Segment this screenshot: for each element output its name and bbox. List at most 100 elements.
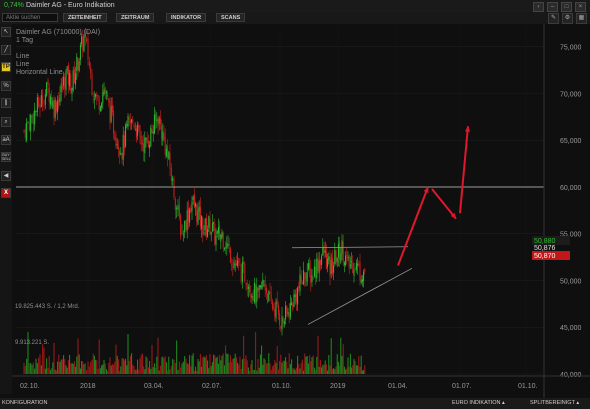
- candle-body: [303, 270, 305, 285]
- euro-indikation-button[interactable]: EURO INDIKATION ▴: [452, 398, 505, 409]
- volume-bar: [126, 365, 128, 374]
- volume-bar: [214, 355, 216, 374]
- volume-bar: [84, 363, 86, 374]
- layout-icon[interactable]: ▦: [576, 13, 587, 24]
- minimize-icon[interactable]: –: [547, 2, 558, 12]
- candle-body: [334, 250, 336, 264]
- candle-body: [343, 262, 345, 265]
- volume-bar: [59, 362, 61, 374]
- volume-bar: [88, 366, 90, 374]
- channel-tool-icon[interactable]: ∥: [1, 98, 11, 108]
- tp-tool-button[interactable]: TP: [1, 62, 11, 72]
- volume-bar: [97, 368, 99, 374]
- volume-bar: [265, 363, 267, 374]
- zoom-icon[interactable]: ⌕: [1, 117, 11, 127]
- candle-body: [357, 263, 359, 266]
- delete-drawings-button[interactable]: X: [1, 188, 11, 198]
- candle-body: [354, 268, 356, 271]
- candle-body: [187, 208, 189, 222]
- volume-bar: [109, 357, 111, 374]
- candle-body: [49, 96, 51, 105]
- candle-body: [46, 82, 48, 96]
- candle-body: [191, 201, 193, 212]
- konfiguration-button[interactable]: KONFIGURATION: [2, 398, 47, 409]
- volume-bar: [244, 358, 246, 374]
- volume-bar: [333, 368, 335, 374]
- indikator-button[interactable]: INDIKATOR: [166, 13, 207, 22]
- candle-body: [27, 122, 29, 124]
- candle-body: [247, 286, 249, 289]
- candle-body: [30, 115, 32, 132]
- volume-bar: [334, 369, 336, 374]
- volume-bar: [75, 366, 77, 374]
- candle-body: [214, 223, 216, 244]
- candle-body: [289, 303, 291, 318]
- cursor-icon[interactable]: ↖: [1, 27, 11, 37]
- line-tool-icon[interactable]: ╱: [1, 45, 11, 55]
- candle-body: [195, 203, 197, 207]
- percent-tool-button[interactable]: %: [1, 81, 11, 91]
- candle-body: [269, 291, 271, 295]
- candle-body: [184, 221, 186, 233]
- candle-body: [146, 137, 148, 143]
- candle-body: [75, 73, 77, 85]
- zeitraum-button[interactable]: ZEITRAUM: [116, 13, 155, 22]
- volume-bar: [57, 361, 59, 374]
- search-input[interactable]: Aktie suchen: [2, 13, 58, 22]
- candle-body: [229, 248, 231, 263]
- volume-bar: [251, 360, 253, 374]
- candle-body: [158, 117, 160, 124]
- volume-bar: [47, 367, 49, 374]
- scans-button[interactable]: SCANS: [216, 13, 246, 22]
- volume-bar: [364, 365, 366, 374]
- drawing-icon[interactable]: ✎: [548, 13, 559, 24]
- volume-bar: [46, 358, 48, 374]
- volume-bar: [306, 356, 308, 374]
- volume-bar: [144, 369, 146, 374]
- zeiteinheit-button[interactable]: ZEITEINHEIT: [63, 13, 107, 22]
- sound-icon[interactable]: ◀: [1, 171, 11, 181]
- volume-bar: [93, 355, 95, 374]
- candle-body: [111, 105, 113, 113]
- maximize-icon[interactable]: □: [561, 2, 572, 12]
- candle-body: [307, 263, 309, 270]
- candle-body: [216, 231, 218, 234]
- candle-body: [119, 151, 121, 155]
- volume-bar: [105, 369, 107, 374]
- volume-bar: [143, 366, 145, 374]
- volume-bar: [30, 362, 32, 374]
- candle-body: [297, 287, 299, 305]
- volume-bar: [292, 368, 294, 374]
- volume-bar: [82, 361, 84, 374]
- volume-bar: [252, 369, 254, 374]
- volume-bar: [329, 365, 331, 374]
- candle-body: [141, 142, 143, 145]
- close-icon[interactable]: ×: [575, 2, 586, 12]
- candle-body: [99, 106, 101, 111]
- candle-body: [38, 97, 40, 107]
- volume-bar: [275, 362, 277, 374]
- candle-body: [66, 66, 68, 71]
- volume-bar: [279, 360, 281, 374]
- settings-icon[interactable]: ⚙: [562, 13, 573, 24]
- price-chart[interactable]: 75,00070,00065,00060,00055,00050,00045,0…: [12, 24, 590, 398]
- volume-bar: [363, 369, 365, 374]
- volume-bar: [26, 358, 28, 374]
- volume-bar: [129, 355, 131, 374]
- volume-bar: [90, 362, 92, 374]
- volume-bar: [291, 359, 293, 374]
- text-tool-button[interactable]: aA: [1, 135, 11, 145]
- split-bereinigt-button[interactable]: SPLITBEREINIGT ▴: [530, 398, 579, 409]
- candle-body: [126, 124, 128, 126]
- volume-bar: [267, 363, 269, 374]
- buy-sell-button[interactable]: BUY SELL: [1, 152, 11, 162]
- candle-body: [280, 326, 282, 328]
- candle-body: [300, 276, 302, 283]
- back-icon[interactable]: ‹: [533, 2, 544, 12]
- price-tick-label: 70,000: [560, 91, 582, 98]
- candle-body: [156, 119, 158, 122]
- volume-bar: [104, 363, 106, 374]
- candle-body: [64, 77, 66, 89]
- volume-bar: [28, 363, 30, 374]
- drawing-label-line-1: Line: [16, 53, 29, 60]
